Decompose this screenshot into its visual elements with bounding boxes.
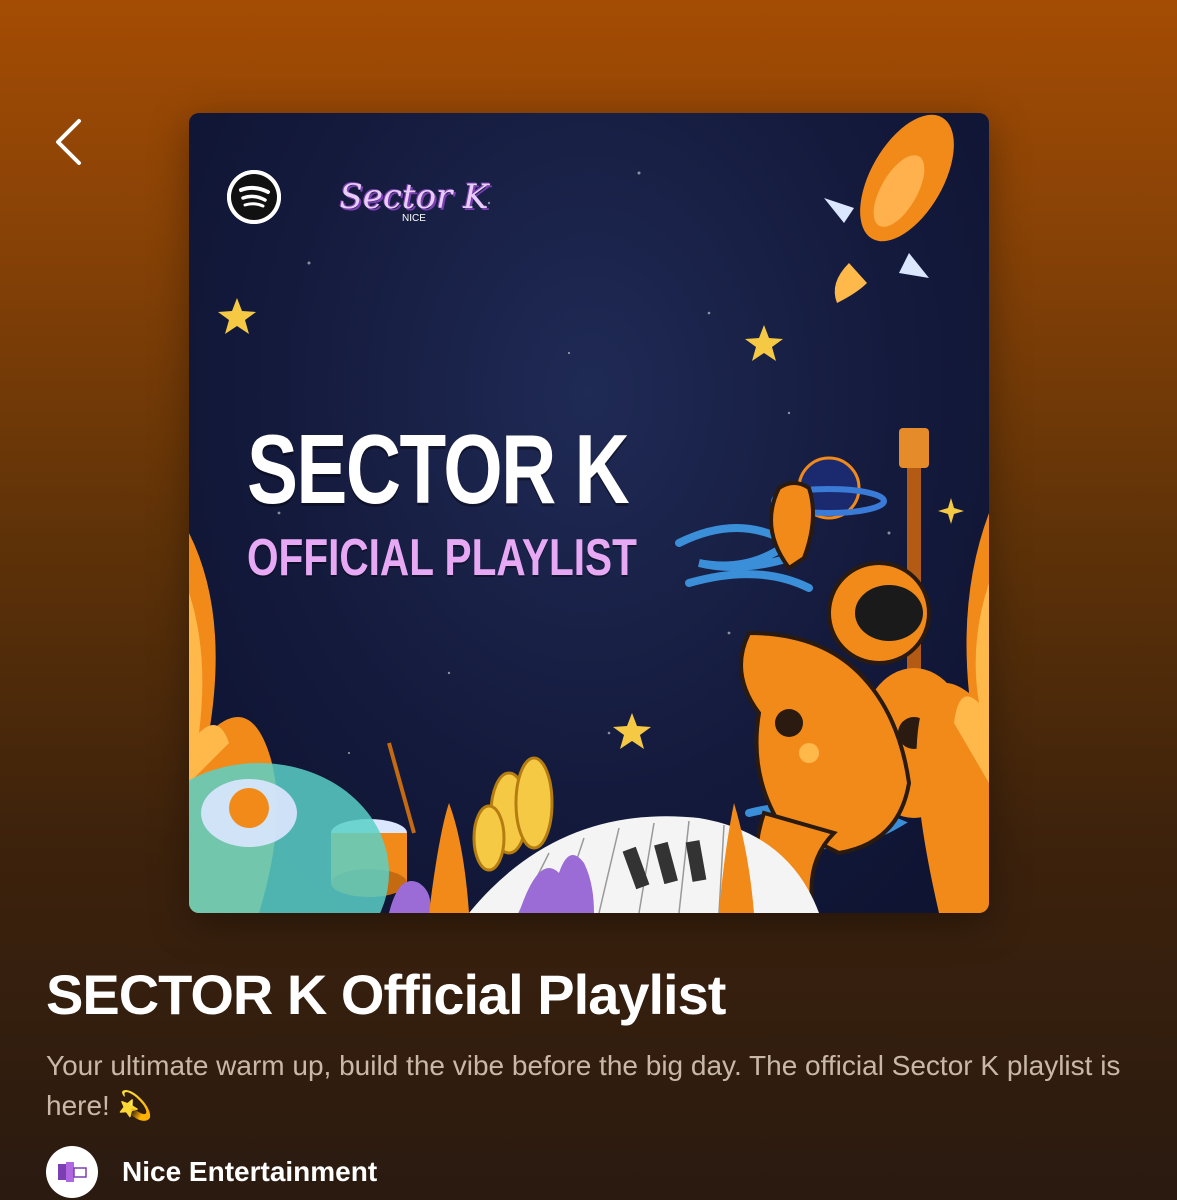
playlist-cover: Sector K NICE SECTOR K OFFICIAL PLAYLIST [189, 113, 989, 913]
cover-subtitle: OFFICIAL PLAYLIST [247, 529, 637, 587]
sector-k-logo-text: Sector K [339, 176, 489, 217]
owner-avatar[interactable] [46, 1146, 98, 1198]
owner-name[interactable]: Nice Entertainment [122, 1156, 377, 1188]
back-button[interactable] [40, 112, 96, 172]
nice-entertainment-logo [58, 1162, 87, 1182]
spotify-icon [227, 170, 281, 224]
playlist-description: Your ultimate warm up, build the vibe be… [46, 1050, 1121, 1121]
sector-k-logo: Sector K NICE [329, 165, 499, 235]
owner-row[interactable]: Nice Entertainment [46, 1146, 377, 1198]
cover-title: SECTOR K [247, 414, 630, 524]
playlist-title: SECTOR K Official Playlist [46, 963, 726, 1026]
chevron-left-icon [56, 119, 81, 165]
nice-logo-text: NICE [402, 212, 426, 224]
